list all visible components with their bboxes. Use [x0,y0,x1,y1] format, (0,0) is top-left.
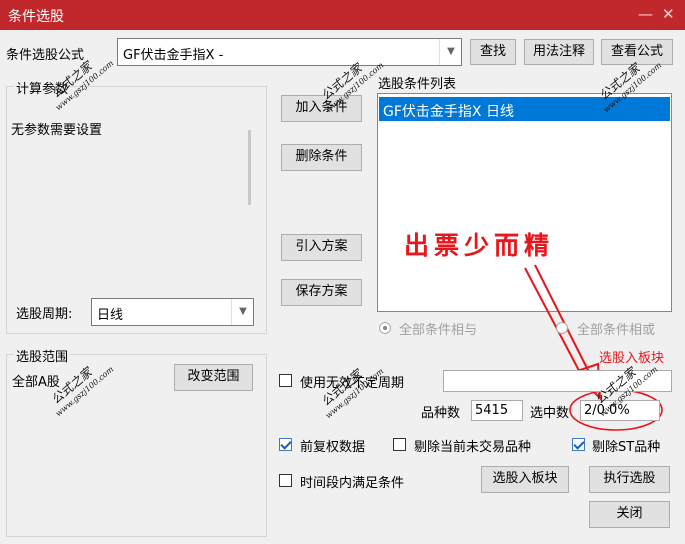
exclude-st-label: 剔除ST品种 [592,440,661,455]
arrow-line [524,267,586,383]
adjusted-data-checkbox[interactable] [279,438,292,451]
adjusted-data-label: 前复权数据 [300,440,366,455]
time-range-label: 时间段内满足条件 [300,476,405,491]
close-button[interactable]: 关闭 [589,501,670,528]
time-range-checkbox[interactable] [279,474,292,487]
to-block-button[interactable]: 选股入板块 [481,466,569,493]
logic-and-radio[interactable] [379,322,391,334]
count-field: 5415 [471,400,523,421]
count-label: 品种数 [421,406,461,421]
count-value: 5415 [475,403,509,418]
logic-or-radio[interactable] [556,322,568,334]
use-period-checkbox[interactable] [279,374,292,387]
selected-label: 选中数 [530,406,570,421]
scope-value: 全部A股 [12,375,60,390]
exclude-untraded-checkbox[interactable] [393,438,406,451]
change-scope-button[interactable]: 改变范围 [174,364,253,391]
execute-button[interactable]: 执行选股 [589,466,670,493]
logic-and-label: 全部条件相与 [399,323,478,338]
scope-group-label: 选股范围 [14,346,71,365]
logic-or-label: 全部条件相或 [577,323,656,338]
exclude-st-checkbox[interactable] [572,438,585,451]
exclude-untraded-label: 剔除当前未交易品种 [414,440,532,455]
